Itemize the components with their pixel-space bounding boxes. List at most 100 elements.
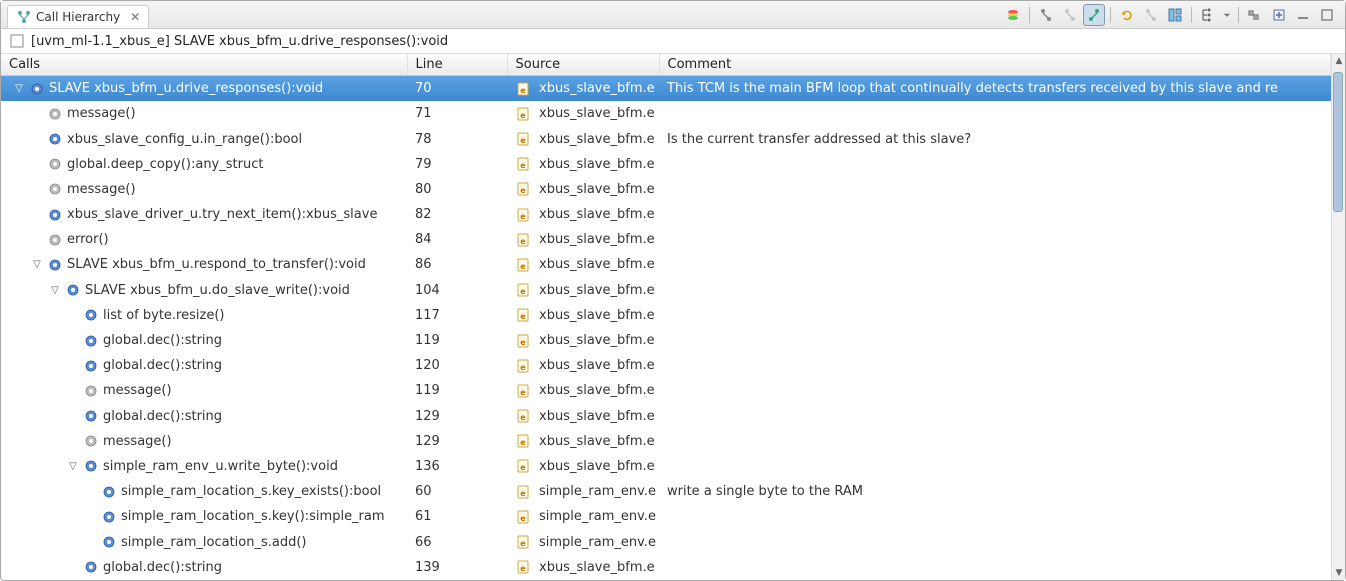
method-public-icon xyxy=(47,257,63,273)
table-row[interactable]: ▽ SLAVE xbus_bfm_u.do_slave_write():void 1… xyxy=(1,278,1331,303)
line-cell: 80 xyxy=(407,177,507,202)
call-hierarchy-table: Calls Line Source Comment ▽SLAVE xbus_bf… xyxy=(1,54,1331,580)
table-row[interactable]: xbus_slave_driver_u.try_next_item():xbus… xyxy=(1,202,1331,227)
table-row[interactable]: global.dec():string139xbus_slave_bfm.e xyxy=(1,555,1331,580)
call-label: list of byte.resize() xyxy=(103,308,224,323)
table-row[interactable]: global.dec():string129xbus_slave_bfm.e xyxy=(1,403,1331,428)
table-row[interactable]: global.dec():string120xbus_slave_bfm.e xyxy=(1,353,1331,378)
file-icon xyxy=(515,232,531,248)
comment-cell xyxy=(659,101,1331,126)
refresh-icon xyxy=(1119,7,1135,23)
method-public-icon xyxy=(101,509,117,525)
table-row[interactable]: message()80xbus_slave_bfm.e xyxy=(1,177,1331,202)
callee-hierarchy-button[interactable] xyxy=(1035,4,1057,26)
comment-cell xyxy=(659,278,1331,303)
callee-icon xyxy=(1038,7,1054,23)
table-row[interactable]: global.dec():string119xbus_slave_bfm.e xyxy=(1,328,1331,353)
tab-call-hierarchy[interactable]: Call Hierarchy ✕ xyxy=(7,5,149,28)
expand-all-button[interactable] xyxy=(1268,4,1290,26)
minimize-view-button[interactable] xyxy=(1292,4,1314,26)
table-row[interactable]: list of byte.resize()117xbus_slave_bfm.e xyxy=(1,303,1331,328)
file-icon xyxy=(515,484,531,500)
tree-twisty[interactable]: ▽ xyxy=(49,285,61,296)
tree-view-button[interactable] xyxy=(1197,4,1219,26)
view-tab-bar: Call Hierarchy ✕ xyxy=(1,1,1345,29)
col-header-source[interactable]: Source xyxy=(507,54,659,76)
layout-button[interactable] xyxy=(1164,4,1186,26)
call-label: simple_ram_env_u.write_byte():void xyxy=(103,459,338,474)
line-cell: 139 xyxy=(407,555,507,580)
table-row[interactable]: ▽SLAVE xbus_bfm_u.drive_responses():void… xyxy=(1,76,1331,102)
source-label: simple_ram_env.e xyxy=(539,535,656,550)
col-header-calls[interactable]: Calls xyxy=(1,54,407,76)
method-public-icon xyxy=(29,81,45,97)
vertical-scrollbar[interactable]: ▲ ▼ xyxy=(1331,54,1345,580)
file-icon xyxy=(515,131,531,147)
tab-title: Call Hierarchy xyxy=(36,10,120,24)
close-icon[interactable]: ✕ xyxy=(130,10,140,24)
line-cell: 70 xyxy=(407,76,507,102)
method-icon xyxy=(47,106,63,122)
comment-cell xyxy=(659,303,1331,328)
table-row[interactable]: simple_ram_location_s.key():simple_ram61… xyxy=(1,504,1331,529)
method-public-icon xyxy=(83,333,99,349)
source-label: xbus_slave_bfm.e xyxy=(539,182,655,197)
file-icon xyxy=(515,257,531,273)
view-menu-button[interactable] xyxy=(1221,4,1233,26)
tree-twisty[interactable]: ▽ xyxy=(31,259,43,270)
table-row[interactable]: message()129xbus_slave_bfm.e xyxy=(1,429,1331,454)
comment-cell xyxy=(659,177,1331,202)
table-row[interactable]: xbus_slave_config_u.in_range():bool78xbu… xyxy=(1,126,1331,151)
table-row[interactable]: global.deep_copy():any_struct79xbus_slav… xyxy=(1,152,1331,177)
scroll-down-arrow[interactable]: ▼ xyxy=(1332,566,1345,580)
call-label: simple_ram_location_s.add() xyxy=(121,535,307,550)
comment-cell xyxy=(659,202,1331,227)
file-icon xyxy=(515,383,531,399)
level-icon xyxy=(1005,7,1021,23)
table-row[interactable]: simple_ram_location_s.add() 66 simple_ram_… xyxy=(1,529,1331,554)
line-cell: 82 xyxy=(407,202,507,227)
line-cell: 71 xyxy=(407,101,507,126)
line-cell: 66 xyxy=(407,529,507,554)
source-label: xbus_slave_bfm.e xyxy=(539,81,655,96)
source-label: xbus_slave_bfm.e xyxy=(539,333,655,348)
col-header-line[interactable]: Line xyxy=(407,54,507,76)
file-icon xyxy=(515,458,531,474)
line-cell: 104 xyxy=(407,278,507,303)
collapse-all-button[interactable] xyxy=(1244,4,1266,26)
method-public-icon xyxy=(83,458,99,474)
tree-twisty[interactable]: ▽ xyxy=(13,83,25,94)
table-row[interactable]: ▽simple_ram_env_u.write_byte():void136xb… xyxy=(1,454,1331,479)
tree-twisty[interactable]: ▽ xyxy=(67,461,79,472)
table-row[interactable]: message()71xbus_slave_bfm.e xyxy=(1,101,1331,126)
table-row[interactable]: simple_ram_location_s.key_exists():bool6… xyxy=(1,479,1331,504)
source-label: simple_ram_env.e xyxy=(539,484,656,499)
caller-hierarchy-toggled[interactable] xyxy=(1083,4,1105,26)
table-row[interactable]: ▽SLAVE xbus_bfm_u.respond_to_transfer():… xyxy=(1,252,1331,277)
col-header-comment[interactable]: Comment xyxy=(659,54,1331,76)
file-icon xyxy=(515,358,531,374)
call-label: error() xyxy=(67,232,109,247)
scroll-up-arrow[interactable]: ▲ xyxy=(1332,54,1345,68)
maximize-icon xyxy=(1319,7,1335,23)
expand-all-icon xyxy=(1271,7,1287,23)
source-label: xbus_slave_bfm.e xyxy=(539,283,655,298)
maximize-view-button[interactable] xyxy=(1316,4,1338,26)
line-cell: 120 xyxy=(407,353,507,378)
call-label: message() xyxy=(67,106,136,121)
source-label: xbus_slave_bfm.e xyxy=(539,434,655,449)
table-row[interactable]: error()84xbus_slave_bfm.e xyxy=(1,227,1331,252)
caller-hierarchy-button[interactable] xyxy=(1059,4,1081,26)
comment-cell xyxy=(659,429,1331,454)
filter-button[interactable] xyxy=(1140,4,1162,26)
scroll-thumb[interactable] xyxy=(1333,72,1343,212)
method-public-icon xyxy=(101,534,117,550)
call-label: SLAVE xbus_bfm_u.do_slave_write():void xyxy=(85,283,350,298)
refresh-button[interactable] xyxy=(1116,4,1138,26)
source-label: xbus_slave_bfm.e xyxy=(539,308,655,323)
separator xyxy=(1029,7,1030,23)
table-row[interactable]: message()119xbus_slave_bfm.e xyxy=(1,378,1331,403)
file-icon xyxy=(515,106,531,122)
box-icon xyxy=(9,33,25,49)
level-button[interactable] xyxy=(1002,4,1024,26)
